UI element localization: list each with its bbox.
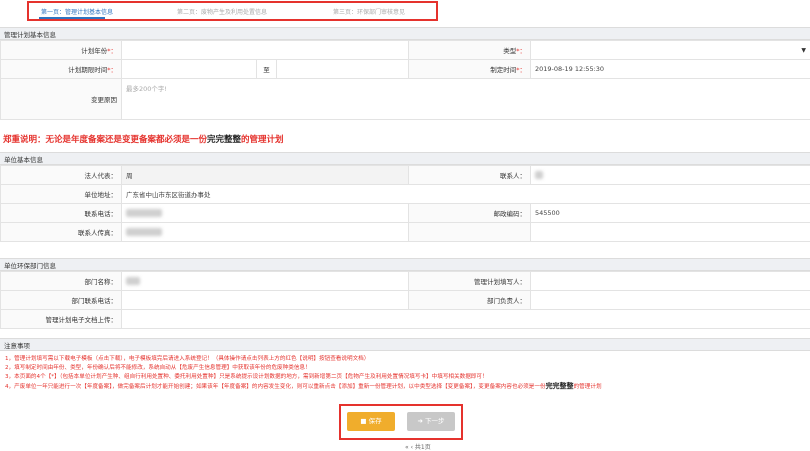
pager: « ‹ 共1页	[405, 442, 431, 451]
save-icon: ■	[360, 417, 368, 425]
phone-label: 联系电话：	[1, 204, 122, 223]
phone-value	[122, 204, 409, 223]
fax-label: 联系人传真：	[1, 223, 122, 242]
contact-label: 联系人：	[409, 166, 531, 185]
dept-head-field[interactable]	[531, 291, 810, 310]
warning-text: 郑重说明：无论是年度备案还是变更备案都必须是一份完完整整的管理计划	[3, 133, 284, 145]
tab-step-1[interactable]: 第一页：管理计划基本信息	[41, 7, 113, 16]
filler-label: 管理计划填写人：	[409, 272, 531, 291]
section-title: 单位基本信息	[4, 154, 43, 164]
first-page-icon[interactable]: « ‹	[405, 444, 415, 451]
zip-value: 545500	[531, 204, 810, 223]
dept-phone-field[interactable]	[122, 291, 409, 310]
contact-value	[531, 166, 810, 185]
upload-field[interactable]	[122, 310, 810, 329]
section-header-plan: 管理计划基本信息	[0, 27, 810, 40]
tab-step-2[interactable]: 第二页：废物产生及利用处置信息	[177, 7, 267, 16]
note-item: 3，本页面的4个【*】（包括本单位计划产生种、组自行利用处置种、委托利用处置种】…	[5, 372, 488, 380]
type-select[interactable]: ▼	[531, 41, 810, 60]
reason-placeholder: 最多200个字!	[126, 85, 167, 93]
period-start-field[interactable]	[122, 60, 257, 79]
arrow-right-icon: ➜	[417, 417, 425, 425]
legal-rep-value: 周	[122, 166, 409, 185]
chevron-down-icon: ▼	[801, 47, 806, 54]
env-form: 部门名称： 管理计划填写人： 部门联系电话： 部门负责人： 管理计划电子文档上传…	[0, 271, 810, 329]
save-button[interactable]: ■ 保存	[347, 412, 395, 431]
filler-field[interactable]	[531, 272, 810, 291]
dept-name-label: 部门名称：	[1, 272, 122, 291]
dept-phone-label: 部门联系电话：	[1, 291, 122, 310]
year-label: 计划年份*：	[1, 41, 122, 60]
fax-value	[122, 223, 409, 242]
upload-label: 管理计划电子文档上传：	[1, 310, 122, 329]
section-title: 注意事项	[4, 340, 30, 350]
address-value: 广东省中山市东区街道办事处	[122, 185, 810, 204]
empty-value	[531, 223, 810, 242]
section-header-env: 单位环保部门信息	[0, 258, 810, 271]
note-item: 1，管理计划填写需以下载电子模板（点击下载），电子模板填完后请进入系统登记！（具…	[5, 354, 369, 362]
active-tab-underline	[39, 17, 105, 19]
empty-label	[409, 223, 531, 242]
dept-head-label: 部门负责人：	[409, 291, 531, 310]
tab-step-3[interactable]: 第三页：环保部门审核意见	[333, 7, 405, 16]
section-header-notes: 注意事项	[0, 338, 810, 351]
period-end-field[interactable]	[277, 60, 409, 79]
year-field[interactable]	[122, 41, 409, 60]
address-label: 单位地址：	[1, 185, 122, 204]
period-to-label: 至	[257, 60, 277, 79]
section-header-unit: 单位基本信息	[0, 152, 810, 165]
created-value: 2019-08-19 12:55:30	[531, 60, 810, 79]
note-item: 4，产废单位一年只能进行一次【年度备案】，做完备案后计划才能开始创建；如果该年【…	[5, 381, 602, 391]
type-label: 类型*：	[409, 41, 531, 60]
section-title: 单位环保部门信息	[4, 260, 56, 270]
dept-name-value[interactable]	[122, 272, 409, 291]
zip-label: 邮政编码：	[409, 204, 531, 223]
section-title: 管理计划基本信息	[4, 29, 56, 39]
legal-rep-label: 法人代表：	[1, 166, 122, 185]
unit-form: 法人代表： 周 联系人： 单位地址： 广东省中山市东区街道办事处 联系电话： 邮…	[0, 165, 810, 242]
reason-textarea[interactable]: 最多200个字!	[122, 79, 810, 120]
plan-form: 计划年份*： 类型*： ▼ 计划期限时间*： 至 制定时间*： 2019-08-…	[0, 40, 810, 120]
period-label: 计划期限时间*：	[1, 60, 122, 79]
note-item: 2，填写制定时间由年份、类型，年份确认后将不能修改，系统自动从【危废产生信息管理…	[5, 363, 311, 371]
next-button[interactable]: ➜ 下一步	[407, 412, 455, 431]
created-label: 制定时间*：	[409, 60, 531, 79]
step-tabs: 第一页：管理计划基本信息 第二页：废物产生及利用处置信息 第三页：环保部门审核意…	[27, 1, 438, 21]
reason-label: 变更原因	[1, 79, 122, 120]
